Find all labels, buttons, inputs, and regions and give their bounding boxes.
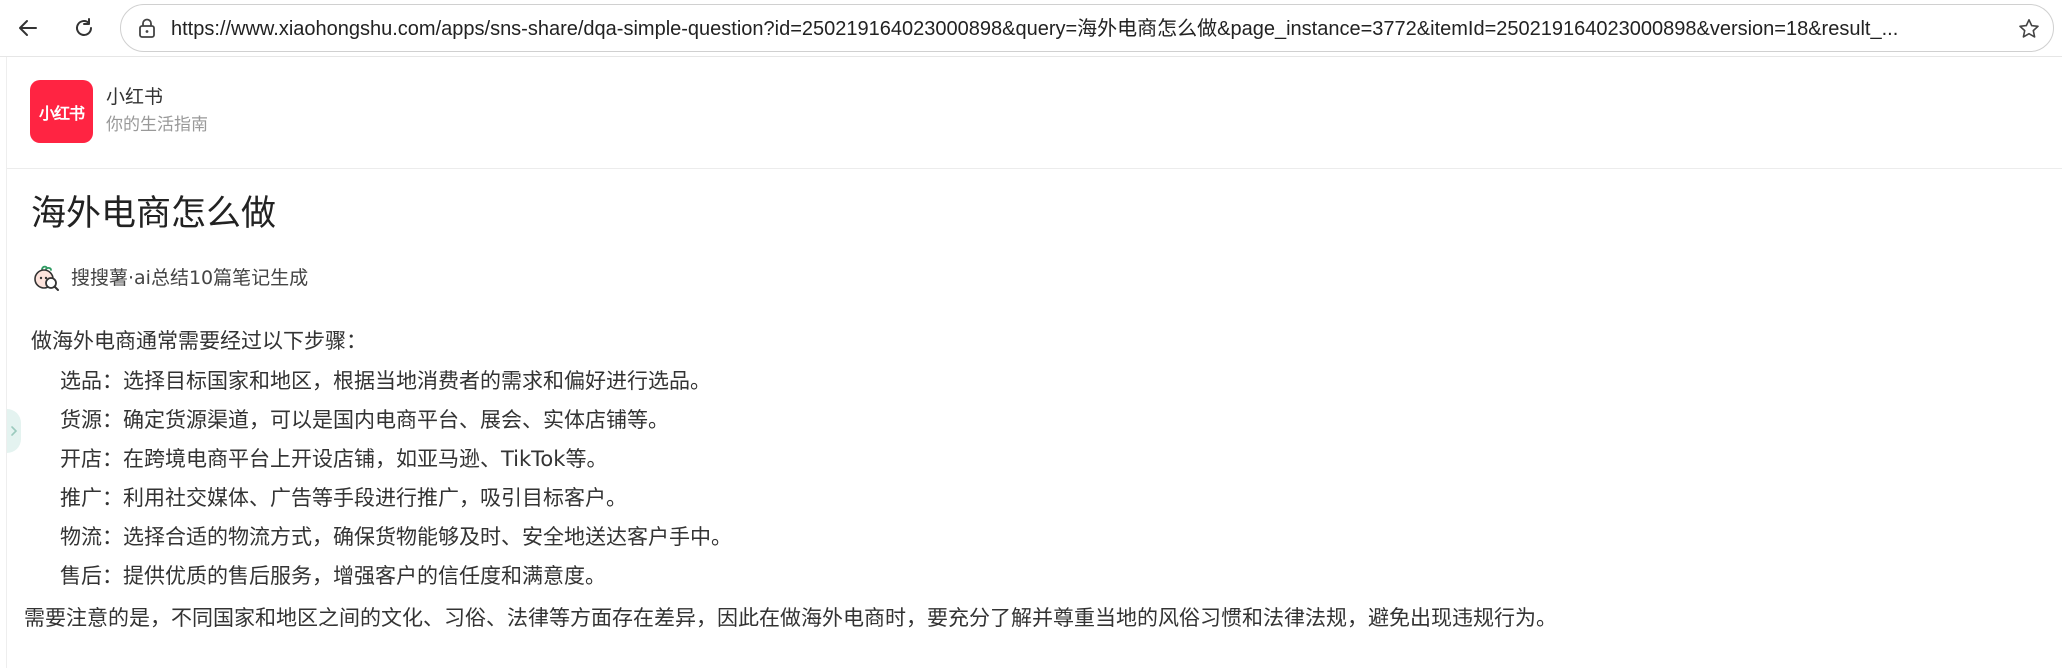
list-item: 推广：利用社交媒体、广告等手段进行推广，吸引目标客户。 [60, 486, 627, 510]
ai-source-text: 搜搜薯·ai总结10篇笔记生成 [71, 267, 309, 289]
reload-button[interactable] [64, 8, 104, 48]
site-slogan: 你的生活指南 [106, 115, 208, 135]
star-icon[interactable] [2015, 15, 2043, 43]
url-text[interactable]: https://www.xiaohongshu.com/apps/sns-sha… [171, 17, 1986, 41]
arrow-left-icon [19, 20, 37, 36]
answer-steps: 选品：选择目标国家和地区，根据当地消费者的需求和偏好进行选品。 货源：确定货源渠… [60, 367, 732, 601]
back-button[interactable] [8, 8, 48, 48]
reload-icon [76, 18, 92, 36]
page-content: 小红书 小红书 你的生活指南 海外电商怎么做 搜搜薯·ai总结10篇笔记生成 做… [6, 57, 2062, 668]
logo-text: 小红书 [38, 103, 85, 123]
site-logo[interactable]: 小红书 [30, 80, 93, 143]
list-item: 货源：确定货源渠道，可以是国内电商平台、展会、实体店铺等。 [60, 408, 669, 432]
browser-toolbar: https://www.xiaohongshu.com/apps/sns-sha… [0, 0, 2062, 57]
chevron-right-icon [11, 426, 18, 436]
ai-source-row: 搜搜薯·ai总结10篇笔记生成 [31, 263, 308, 293]
side-panel-handle[interactable] [7, 409, 21, 453]
answer-note: 需要注意的是，不同国家和地区之间的文化、习俗、法律等方面存在差异，因此在做海外电… [24, 606, 1557, 630]
page-title: 海外电商怎么做 [31, 194, 277, 234]
list-item: 物流：选择合适的物流方式，确保货物能够及时、安全地送达客户手中。 [60, 525, 732, 549]
ai-assistant-icon [31, 263, 61, 293]
site-name: 小红书 [106, 86, 164, 108]
list-item: 售后：提供优质的售后服务，增强客户的信任度和满意度。 [60, 564, 606, 588]
address-bar[interactable]: https://www.xiaohongshu.com/apps/sns-sha… [120, 4, 2054, 52]
list-item: 开店：在跨境电商平台上开设店铺，如亚马逊、TikTok等。 [60, 447, 608, 471]
list-item: 选品：选择目标国家和地区，根据当地消费者的需求和偏好进行选品。 [60, 369, 711, 393]
lock-icon[interactable] [135, 16, 159, 40]
answer-intro: 做海外电商通常需要经过以下步骤： [31, 329, 367, 353]
site-header: 小红书 小红书 你的生活指南 [7, 57, 2062, 169]
